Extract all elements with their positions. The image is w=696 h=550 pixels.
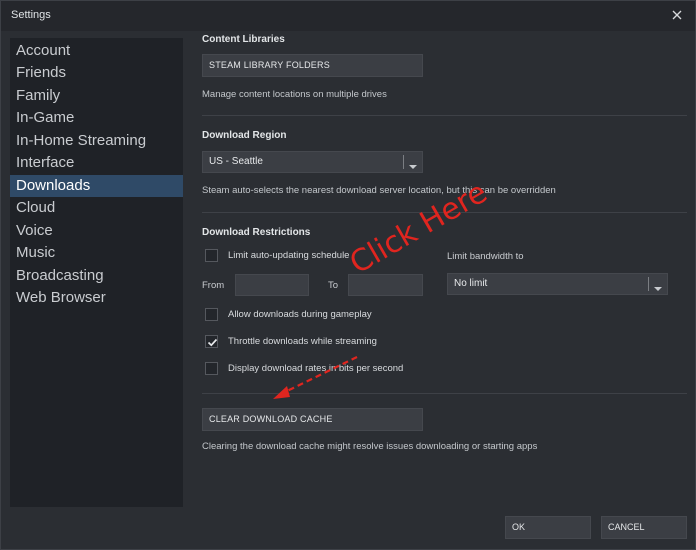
sidebar-item-web-browser[interactable]: Web Browser: [10, 287, 183, 309]
bandwidth-label: Limit bandwidth to: [447, 251, 524, 262]
content-libraries-title: Content Libraries: [202, 34, 285, 45]
ok-button[interactable]: OK: [505, 516, 591, 539]
to-label: To: [328, 280, 339, 291]
divider: [202, 115, 687, 116]
allow-gameplay-downloads-label: Allow downloads during gameplay: [228, 309, 372, 320]
chevron-down-icon: [653, 280, 663, 298]
window-title: Settings: [11, 9, 51, 21]
annotation-arrow-icon: [273, 356, 358, 399]
content-libraries-description: Manage content locations on multiple dri…: [202, 89, 387, 100]
sidebar-item-friends[interactable]: Friends: [10, 62, 183, 84]
download-restrictions-title: Download Restrictions: [202, 227, 311, 238]
settings-sidebar: Account Friends Family In-Game In-Home S…: [10, 38, 183, 507]
bandwidth-dropdown[interactable]: No limit: [447, 273, 668, 295]
throttle-streaming-label: Throttle downloads while streaming: [228, 336, 377, 347]
sidebar-item-voice[interactable]: Voice: [10, 220, 183, 242]
settings-window: Settings Account Friends Family In-Game …: [0, 0, 696, 550]
cancel-button[interactable]: CANCEL: [601, 516, 687, 539]
schedule-from-input[interactable]: [235, 274, 309, 296]
sidebar-item-cloud[interactable]: Cloud: [10, 197, 183, 219]
close-icon[interactable]: [669, 7, 685, 23]
sidebar-item-interface[interactable]: Interface: [10, 152, 183, 174]
clear-cache-description: Clearing the download cache might resolv…: [202, 441, 538, 452]
limit-schedule-label: Limit auto-updating schedule: [228, 250, 350, 261]
download-region-description: Steam auto-selects the nearest download …: [202, 185, 556, 196]
limit-schedule-checkbox[interactable]: [205, 249, 218, 262]
dropdown-separator: [403, 155, 404, 169]
sidebar-item-family[interactable]: Family: [10, 85, 183, 107]
download-region-dropdown[interactable]: US - Seattle: [202, 151, 423, 173]
chevron-down-icon: [408, 158, 418, 176]
allow-gameplay-downloads-checkbox[interactable]: [205, 308, 218, 321]
sidebar-item-in-game[interactable]: In-Game: [10, 107, 183, 129]
bandwidth-value: No limit: [454, 278, 488, 289]
throttle-streaming-checkbox[interactable]: [205, 335, 218, 348]
download-region-value: US - Seattle: [209, 156, 263, 167]
sidebar-item-in-home-streaming[interactable]: In-Home Streaming: [10, 130, 183, 152]
downloads-panel: Content Libraries STEAM LIBRARY FOLDERS …: [193, 31, 687, 511]
dropdown-separator: [648, 277, 649, 291]
download-region-title: Download Region: [202, 130, 287, 141]
checkmark-icon: [207, 338, 218, 347]
steam-library-folders-button[interactable]: STEAM LIBRARY FOLDERS: [202, 54, 423, 77]
title-bar: Settings: [1, 1, 695, 31]
sidebar-item-music[interactable]: Music: [10, 242, 183, 264]
clear-download-cache-button[interactable]: CLEAR DOWNLOAD CACHE: [202, 408, 423, 431]
from-label: From: [202, 280, 225, 291]
sidebar-item-broadcasting[interactable]: Broadcasting: [10, 265, 183, 287]
bits-per-second-checkbox[interactable]: [205, 362, 218, 375]
sidebar-item-account[interactable]: Account: [10, 40, 183, 62]
sidebar-item-downloads[interactable]: Downloads: [10, 175, 183, 197]
